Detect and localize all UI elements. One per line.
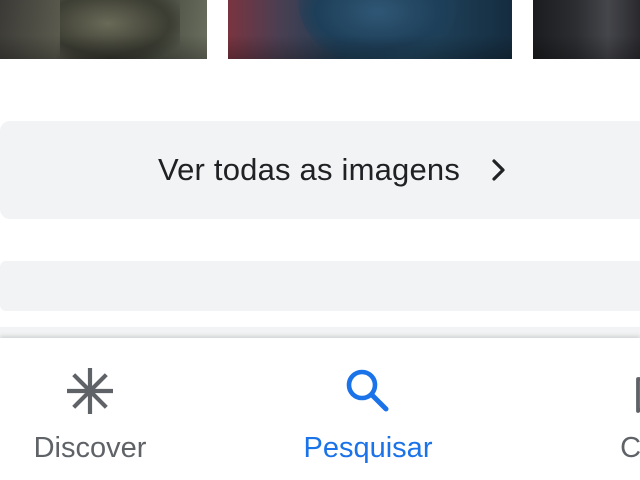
search-results-page: Ver todas as imagens Discover Pesquisar … bbox=[0, 0, 640, 480]
nav-item-collections[interactable]: Cole bbox=[560, 338, 640, 480]
nav-item-search[interactable]: Pesquisar bbox=[278, 338, 458, 480]
asterisk-icon bbox=[62, 365, 118, 417]
content-placeholder bbox=[0, 261, 640, 311]
nav-label-discover: Discover bbox=[33, 432, 147, 464]
image-result-thumbnail[interactable] bbox=[228, 0, 512, 59]
bottom-navigation-bar: Discover Pesquisar Cole bbox=[0, 338, 640, 480]
image-result-thumbnail[interactable] bbox=[533, 0, 640, 59]
nav-label-search: Pesquisar bbox=[303, 432, 433, 464]
nav-item-discover[interactable]: Discover bbox=[0, 338, 180, 480]
thumbnail-shade bbox=[0, 35, 207, 59]
thumbnail-shade bbox=[228, 35, 512, 59]
see-all-images-button[interactable]: Ver todas as imagens bbox=[0, 121, 640, 219]
image-result-thumbnail[interactable] bbox=[0, 0, 207, 59]
see-all-images-label: Ver todas as imagens bbox=[157, 152, 461, 187]
thumbnail-shade bbox=[533, 35, 640, 59]
search-icon bbox=[340, 365, 396, 417]
bookmarks-icon bbox=[622, 365, 640, 417]
chevron-right-icon bbox=[490, 158, 508, 182]
nav-label-collections: Cole bbox=[620, 432, 640, 464]
